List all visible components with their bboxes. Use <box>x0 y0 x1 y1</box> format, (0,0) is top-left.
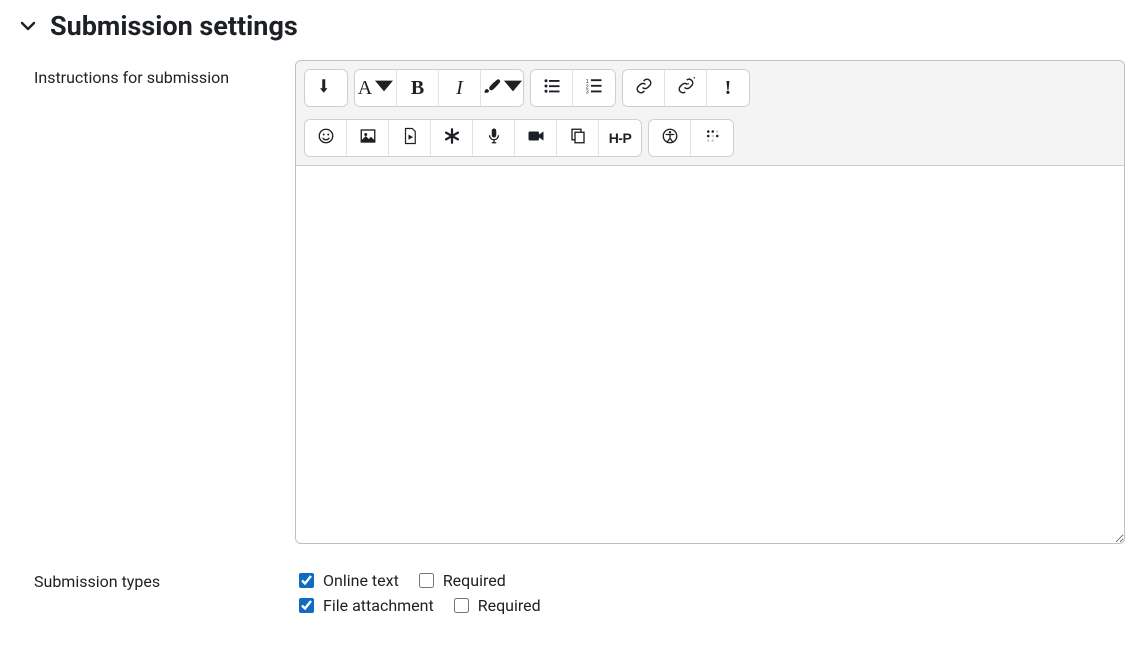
rich-text-editor: A B I <box>295 60 1125 544</box>
link-icon <box>635 77 653 100</box>
caret-down-icon <box>375 77 393 100</box>
editor-toolbar: A B I <box>296 61 1124 165</box>
font-style-button[interactable]: A <box>355 70 397 106</box>
emoji-button[interactable] <box>305 120 347 156</box>
video-file-icon <box>401 127 419 150</box>
online-text-required-checkbox[interactable] <box>419 573 434 588</box>
font-style-letter: A <box>358 77 372 100</box>
unordered-list-button[interactable] <box>531 70 573 106</box>
screenreader-button[interactable] <box>691 120 733 156</box>
manage-files-button[interactable] <box>431 120 473 156</box>
braille-icon <box>703 127 721 150</box>
unordered-list-icon <box>543 77 561 100</box>
ordered-list-icon: 123 <box>585 77 603 100</box>
toolbar-toggle-button[interactable] <box>305 70 347 106</box>
section-title: Submission settings <box>50 10 298 42</box>
file-attachment-checkbox[interactable] <box>299 598 314 613</box>
alert-button[interactable]: ! <box>707 70 749 106</box>
label-instructions: Instructions for submission <box>20 60 295 87</box>
copy-button[interactable] <box>557 120 599 156</box>
label-submission-types: Submission types <box>20 570 295 591</box>
image-icon <box>359 127 377 150</box>
online-text-label[interactable]: Online text <box>323 571 409 590</box>
h5p-button[interactable]: H-P <box>599 120 641 156</box>
image-button[interactable] <box>347 120 389 156</box>
italic-letter: I <box>456 77 463 100</box>
media-button[interactable] <box>389 120 431 156</box>
accessibility-button[interactable] <box>649 120 691 156</box>
italic-button[interactable]: I <box>439 70 481 106</box>
record-audio-button[interactable] <box>473 120 515 156</box>
svg-text:3: 3 <box>586 89 589 95</box>
expand-icon <box>317 77 335 100</box>
chevron-down-icon <box>20 18 36 34</box>
file-attachment-label[interactable]: File attachment <box>323 596 444 615</box>
section-header[interactable]: Submission settings <box>20 10 1125 42</box>
accessibility-icon <box>661 127 679 150</box>
caret-down-icon <box>504 77 522 100</box>
unlink-icon <box>677 77 695 100</box>
camera-icon <box>527 127 545 150</box>
row-submission-types: Submission types Online text Required Fi… <box>20 570 1125 620</box>
smile-icon <box>317 127 335 150</box>
h5p-label: H-P <box>609 130 632 146</box>
online-text-required-label[interactable]: Required <box>443 571 516 590</box>
text-color-button[interactable] <box>481 70 523 106</box>
file-attachment-required-label[interactable]: Required <box>478 596 551 615</box>
microphone-icon <box>485 127 503 150</box>
file-attachment-required-checkbox[interactable] <box>454 598 469 613</box>
unlink-button[interactable] <box>665 70 707 106</box>
online-text-checkbox[interactable] <box>299 573 314 588</box>
asterisk-icon <box>443 127 461 150</box>
copy-icon <box>569 127 587 150</box>
editor-content-area[interactable] <box>296 165 1124 543</box>
record-video-button[interactable] <box>515 120 557 156</box>
brush-icon <box>483 77 501 100</box>
row-instructions: Instructions for submission A <box>20 60 1125 544</box>
ordered-list-button[interactable]: 123 <box>573 70 615 106</box>
bold-button[interactable]: B <box>397 70 439 106</box>
link-button[interactable] <box>623 70 665 106</box>
bold-letter: B <box>411 77 424 100</box>
